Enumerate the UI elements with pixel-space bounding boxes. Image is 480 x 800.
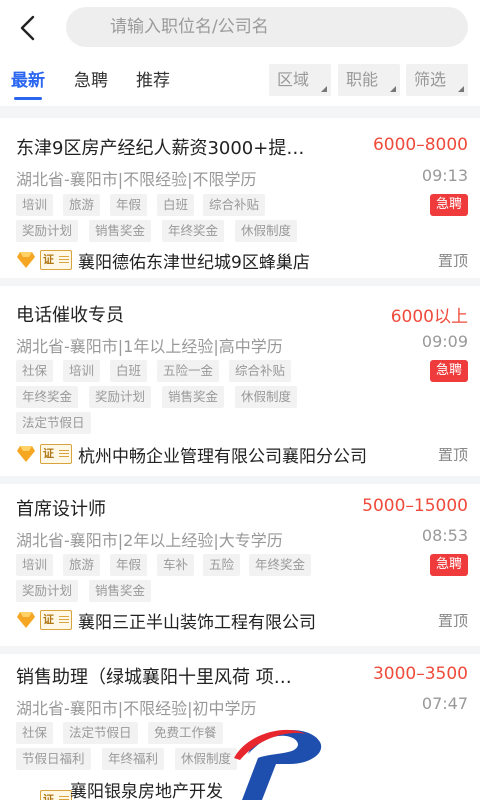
certificate-icon — [59, 256, 69, 264]
benefit-tag: 培训 — [16, 194, 54, 216]
benefit-tag: 五险 — [203, 554, 241, 576]
job-time: 09:09 — [421, 332, 468, 351]
job-meta: 湖北省-襄阳市|1年以上经验|高中学历 — [16, 337, 283, 356]
filter-more-label: 筛选 — [414, 70, 447, 89]
verified-badge-label: 证 — [43, 793, 54, 800]
company-name[interactable]: 襄阳银泉房地产开发 — [70, 777, 223, 800]
benefit-tag: 年假 — [110, 554, 148, 576]
benefit-tag: 奖励计划 — [16, 580, 79, 602]
benefit-tag: 年假 — [110, 194, 148, 216]
job-salary: 3000–3500 — [372, 664, 468, 684]
diamond-icon — [17, 252, 35, 268]
job-meta: 湖北省-襄阳市|不限经验|不限学历 — [16, 170, 257, 189]
company-name[interactable]: 杭州中畅企业管理有限公司襄阳分公司 — [78, 442, 367, 467]
benefit-tag: 社保 — [16, 360, 54, 382]
dropdown-triangle-icon — [390, 86, 396, 92]
filter-region-label: 区域 — [277, 70, 310, 89]
benefit-tag: 休假制度 — [235, 220, 298, 242]
benefit-tag: 年终奖金 — [162, 220, 225, 242]
verified-badge: 证 — [40, 444, 72, 464]
dropdown-triangle-icon — [458, 86, 464, 92]
verified-badge-label: 证 — [43, 447, 54, 460]
filter-region[interactable]: 区域 — [269, 64, 331, 96]
benefit-tag: 法定节假日 — [16, 412, 91, 434]
job-time: 08:53 — [421, 526, 468, 545]
benefit-tag: 白班 — [110, 360, 148, 382]
benefit-tag: 法定节假日 — [63, 722, 138, 744]
job-title: 东津9区房产经纪人薪资3000+提… — [16, 138, 305, 159]
benefit-tag: 五险一金 — [157, 360, 220, 382]
filter-function[interactable]: 职能 — [338, 64, 400, 96]
company-name[interactable]: 襄阳德佑东津世纪城9区蜂巢店 — [78, 248, 310, 273]
benefit-tag: 销售奖金 — [89, 220, 152, 242]
diamond-icon — [17, 612, 35, 628]
job-card[interactable]: 东津9区房产经纪人薪资3000+提… 6000–8000 湖北省-襄阳市|不限经… — [0, 118, 480, 278]
job-card[interactable]: 首席设计师 5000–15000 湖北省-襄阳市|2年以上经验|大专学历 08:… — [0, 484, 480, 646]
tab-latest[interactable]: 最新 — [11, 66, 45, 91]
dropdown-triangle-icon — [321, 86, 327, 92]
company-name[interactable]: 襄阳三正半山装饰工程有限公司 — [78, 608, 316, 633]
job-title: 电话催收专员 — [16, 305, 124, 326]
certificate-icon — [59, 450, 69, 458]
verified-badge: 证 — [40, 610, 72, 630]
benefit-tag: 车补 — [157, 554, 195, 576]
benefit-tag: 培训 — [63, 360, 101, 382]
job-salary: 6000–8000 — [372, 135, 468, 155]
job-title: 销售助理（绿城襄阳十里风荷 项… — [16, 667, 292, 688]
filter-function-label: 职能 — [346, 70, 379, 89]
benefit-tag: 旅游 — [63, 194, 101, 216]
job-meta: 湖北省-襄阳市|2年以上经验|大专学历 — [16, 531, 283, 550]
benefit-tag: 奖励计划 — [16, 220, 79, 242]
search-box[interactable] — [66, 7, 468, 47]
job-time: 07:47 — [421, 694, 468, 713]
benefit-tag: 奖励计划 — [89, 386, 152, 408]
job-salary: 5000–15000 — [362, 496, 468, 516]
verified-badge-label: 证 — [43, 253, 54, 266]
job-salary: 6000以上 — [390, 307, 468, 327]
benefit-tag: 旅游 — [63, 554, 101, 576]
active-tab-indicator — [14, 97, 42, 100]
pinned-label: 置顶 — [437, 446, 468, 464]
pinned-label: 置顶 — [437, 252, 468, 270]
watermark-logo — [234, 729, 322, 800]
benefit-tag: 年终福利 — [102, 748, 165, 770]
certificate-icon — [59, 796, 69, 800]
benefit-tag: 社保 — [16, 722, 54, 744]
verified-badge-label: 证 — [43, 613, 54, 626]
urgent-badge: 急聘 — [429, 194, 468, 216]
benefit-tag: 综合补贴 — [229, 360, 292, 382]
urgent-badge: 急聘 — [429, 554, 468, 576]
benefit-tag: 免费工作餐 — [148, 722, 223, 744]
benefit-tag: 综合补贴 — [203, 194, 266, 216]
filter-more[interactable]: 筛选 — [406, 64, 468, 96]
certificate-icon — [59, 616, 69, 624]
benefit-tag: 销售奖金 — [162, 386, 225, 408]
benefit-tag: 培训 — [16, 554, 54, 576]
diamond-icon — [17, 446, 35, 462]
urgent-badge: 急聘 — [429, 360, 468, 382]
search-input[interactable] — [110, 17, 468, 37]
chevron-left-icon — [20, 15, 35, 41]
job-card[interactable]: 电话催收专员 6000以上 湖北省-襄阳市|1年以上经验|高中学历 09:09 … — [0, 286, 480, 476]
verified-badge: 证 — [40, 790, 72, 800]
benefit-tag: 休假制度 — [235, 386, 298, 408]
benefit-tag: 节假日福利 — [16, 748, 91, 770]
tab-recommended[interactable]: 推荐 — [136, 66, 170, 91]
top-bar — [0, 0, 480, 56]
tab-urgent[interactable]: 急聘 — [74, 66, 108, 91]
benefit-tag: 白班 — [157, 194, 195, 216]
benefit-tag: 年终奖金 — [249, 554, 312, 576]
benefit-tag: 年终奖金 — [16, 386, 79, 408]
back-button[interactable] — [10, 10, 46, 46]
pinned-label: 置顶 — [437, 612, 468, 630]
benefit-tag: 销售奖金 — [89, 580, 152, 602]
job-title: 首席设计师 — [16, 499, 106, 520]
tab-bar: 最新 急聘 推荐 区域 职能 筛选 — [0, 56, 480, 106]
job-time: 09:13 — [421, 166, 468, 185]
verified-badge: 证 — [40, 250, 72, 270]
job-meta: 湖北省-襄阳市|不限经验|初中学历 — [16, 699, 257, 718]
